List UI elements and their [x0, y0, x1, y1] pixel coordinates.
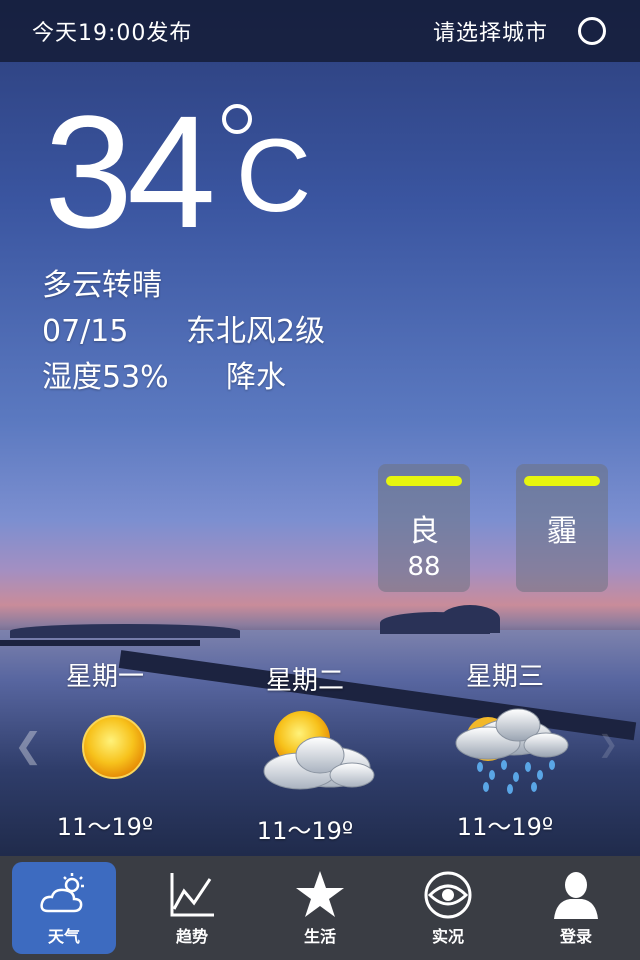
nav-item-live[interactable]: 实况: [396, 862, 500, 954]
city-select-button[interactable]: 请选择城市: [433, 15, 548, 47]
top-bar: 今天19:00发布 请选择城市: [0, 0, 640, 62]
nav-label: 实况: [431, 927, 464, 946]
forecast-day: 星期一 11～19º: [20, 656, 190, 842]
weather-condition: 多云转晴: [42, 268, 162, 303]
haze-label: 霾: [547, 514, 577, 549]
forecast-temp-range: 11～19º: [456, 813, 554, 841]
current-temperature: 34: [44, 82, 216, 261]
background-island: [440, 605, 500, 633]
forecast-day-name: 星期二: [265, 666, 344, 696]
star-icon: [296, 871, 344, 917]
user-icon: [554, 872, 598, 919]
weather-icon: [40, 873, 84, 913]
nav-label: 趋势: [175, 927, 208, 946]
nav-item-trend[interactable]: 趋势: [140, 862, 244, 954]
background-pier: [0, 640, 200, 646]
forecast-day: 星期二 11～19º: [220, 660, 390, 846]
rain-icon: [430, 701, 580, 797]
nav-item-life[interactable]: 生活: [268, 862, 372, 954]
forecast-temp-range: 11～19º: [256, 817, 354, 845]
forecast-day-name: 星期一: [65, 662, 144, 692]
bottom-nav: 天气 趋势 生活 实况 登录: [0, 856, 640, 960]
publish-time: 今天19:00发布: [32, 21, 193, 46]
nav-item-weather[interactable]: 天气: [12, 862, 116, 954]
background-island: [10, 624, 240, 638]
humidity-info: 湿度53%: [42, 360, 169, 395]
nav-label: 登录: [559, 927, 592, 946]
forecast-day-name: 星期三: [465, 662, 544, 692]
partly-cloudy-icon: [230, 705, 380, 801]
chevron-right-icon[interactable]: ❯: [598, 730, 618, 758]
aqi-card[interactable]: 良 88: [378, 464, 470, 592]
current-date: 07/15: [42, 314, 129, 349]
wind-info: 东北风2级: [186, 314, 326, 349]
sunny-icon: [30, 701, 180, 797]
forecast-day: 星期三 11～19º: [420, 656, 590, 842]
city-select-area[interactable]: 请选择城市: [433, 15, 606, 47]
location-circle-icon[interactable]: [578, 17, 606, 45]
temperature-unit: C: [236, 118, 312, 234]
haze-level-bar: [524, 476, 600, 486]
trend-icon: [170, 873, 214, 917]
nav-label: 生活: [303, 927, 336, 946]
precipitation-info: 降水: [226, 360, 286, 395]
forecast-temp-range: 11～19º: [56, 813, 154, 841]
aqi-value: 88: [407, 552, 441, 582]
eye-icon: [424, 871, 472, 919]
haze-card[interactable]: 霾: [516, 464, 608, 592]
aqi-level-label: 良: [409, 514, 439, 549]
aqi-level-bar: [386, 476, 462, 486]
nav-label: 天气: [47, 927, 80, 946]
nav-item-login[interactable]: 登录: [524, 862, 628, 954]
